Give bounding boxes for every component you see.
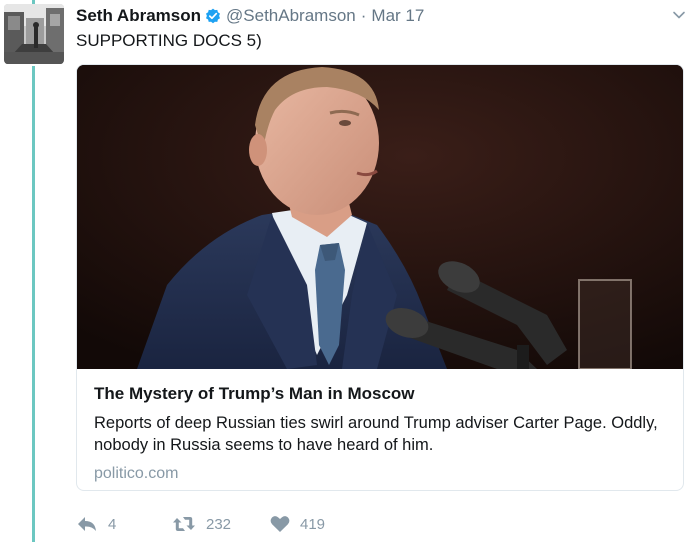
link-card[interactable]: The Mystery of Trump’s Man in Moscow Rep… xyxy=(76,64,684,491)
tweet-text: SUPPORTING DOCS 5) xyxy=(76,31,262,50)
tweet-actions: 4 232 419 xyxy=(76,511,350,537)
header-separator: · xyxy=(360,6,367,25)
card-description: Reports of deep Russian ties swirl aroun… xyxy=(94,414,658,454)
tweet-date[interactable]: Mar 17 xyxy=(371,6,424,26)
reply-count: 4 xyxy=(108,515,117,533)
reply-icon xyxy=(76,515,98,533)
card-title[interactable]: The Mystery of Trump’s Man in Moscow xyxy=(94,382,674,406)
author-handle[interactable]: @SethAbramson xyxy=(226,6,356,26)
avatar[interactable] xyxy=(4,4,64,64)
retweet-icon xyxy=(172,515,196,533)
author-name[interactable]: Seth Abramson xyxy=(76,6,201,26)
card-body: The Mystery of Trump’s Man in Moscow Rep… xyxy=(94,378,674,485)
retweet-count: 232 xyxy=(206,515,232,533)
like-button[interactable]: 419 xyxy=(270,515,350,533)
tweet: Seth Abramson @SethAbramson · Mar 17 SUP… xyxy=(0,0,700,542)
thread-connector-line xyxy=(32,66,35,542)
reply-button[interactable]: 4 xyxy=(76,515,172,533)
heart-icon xyxy=(270,515,290,533)
chevron-down-icon[interactable] xyxy=(672,8,686,22)
verified-badge-icon xyxy=(205,8,221,24)
card-image[interactable] xyxy=(77,65,683,369)
tweet-header: Seth Abramson @SethAbramson · Mar 17 xyxy=(76,5,424,27)
retweet-button[interactable]: 232 xyxy=(172,515,270,533)
like-count: 419 xyxy=(300,515,326,533)
card-domain: politico.com xyxy=(94,465,179,482)
